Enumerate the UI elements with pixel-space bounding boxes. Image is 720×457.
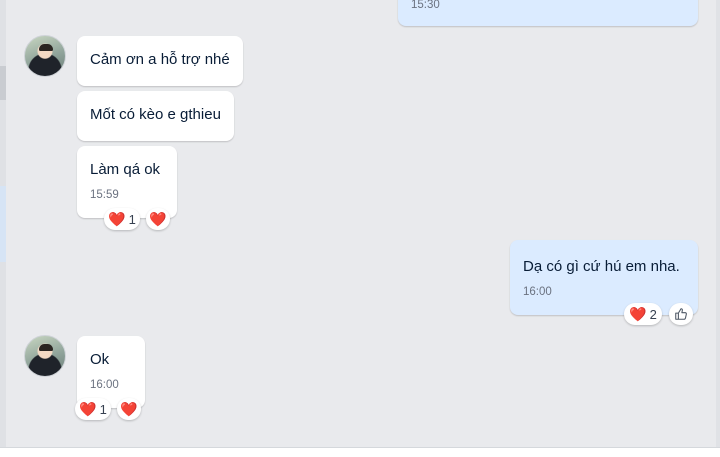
heart-icon: ❤️ [149,211,167,227]
heart-icon: ❤️ [108,211,126,227]
reaction-count: 1 [99,401,107,417]
heart-icon: ❤️ [120,401,138,417]
reaction-summary[interactable]: ❤️ 1 [104,208,140,230]
message-text: Làm qá ok [90,161,161,178]
reaction-summary[interactable]: ❤️ 1 [75,398,111,420]
selected-conversation-marker [0,186,6,262]
avatar[interactable] [24,335,66,377]
message-composer-edge[interactable] [0,447,720,457]
like-button[interactable] [669,303,693,325]
message-text: Dạ có gì cứ hú em nha. [523,258,680,275]
message-text: Mốt có kèo e gthieu [90,106,221,123]
scroll-marker [0,66,6,100]
conversation-list-edge [0,0,6,457]
heart-icon: ❤️ [629,306,647,322]
reaction-count: 2 [649,306,657,322]
message-time: 16:00 [523,286,552,298]
avatar[interactable] [24,35,66,77]
message-bubble-outgoing[interactable]: 15:30 [398,0,698,26]
reaction-summary[interactable]: ❤️ 2 [624,303,662,325]
react-button[interactable]: ❤️ [146,208,170,230]
message-text: Cảm ơn a hỗ trợ nhé [90,51,230,68]
heart-icon: ❤️ [79,401,97,417]
message-time: 15:59 [90,189,119,201]
message-time: 15:30 [411,0,440,11]
scrollbar[interactable] [716,0,720,457]
message-bubble-incoming[interactable]: Cảm ơn a hỗ trợ nhé [77,36,243,86]
message-text: Ok [90,351,110,368]
reaction-count: 1 [128,211,136,227]
message-bubble-incoming[interactable]: Mốt có kèo e gthieu [77,91,234,141]
message-time: 16:00 [90,379,119,391]
message-bubble-outgoing[interactable]: Dạ có gì cứ hú em nha. 16:00 [510,240,698,315]
thumbs-up-icon [675,308,687,320]
react-button[interactable]: ❤️ [117,398,141,420]
